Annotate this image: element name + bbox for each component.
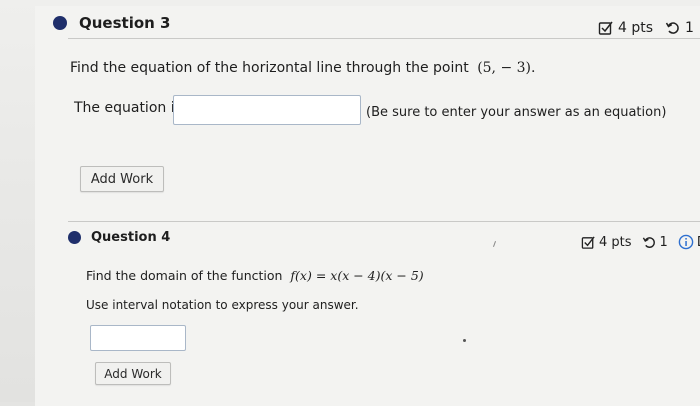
question-4-retry-count: 1 [659,234,668,250]
retry-icon[interactable] [665,20,681,36]
question-3-prompt-text: Find the equation of the horizontal line… [70,60,469,76]
question-3-answer-input[interactable] [173,95,361,125]
question-4-divider [68,221,700,222]
question-3-answer-label: The equation is [74,100,182,116]
question-4-prompt-text: Find the domain of the function [86,268,283,283]
question-4-instruction: Use interval notation to express your an… [86,298,359,312]
pointer-dot [463,339,466,342]
question-3-header: Question 3 [53,14,171,32]
question-4-answer-input[interactable] [90,325,186,351]
checkbox-edit-icon [581,235,596,250]
info-icon[interactable] [678,234,694,250]
question-4-add-work-button[interactable]: Add Work [95,362,171,385]
question-4-meta: 4 pts 1 De [581,234,700,250]
question-4-points: 4 pts [599,234,632,250]
question-3-meta: 4 pts 1 [598,20,700,36]
screen: Question 3 4 pts 1 Find the equation of … [0,0,700,406]
question-3-answer-hint: (Be sure to enter your answer as an equa… [366,105,667,120]
question-4-function: f(x) = x(x − 4)(x − 5) [290,268,424,283]
question-3-title: Question 3 [79,14,171,32]
question-3-points: 4 pts [618,20,654,36]
retry-icon[interactable] [642,235,657,250]
question-4-title: Question 4 [91,230,171,245]
question-3-divider [68,38,700,39]
question-4-prompt: Find the domain of the function f(x) = x… [86,268,424,283]
checkbox-edit-icon [598,20,614,36]
question-3-add-work-button[interactable]: Add Work [80,166,164,192]
question-3-point: (5, − 3). [477,60,536,76]
question-3-retry-count: 1 [685,20,694,36]
question-4-bullet-icon [68,231,81,244]
question-4-header: Question 4 [68,230,170,245]
question-3-prompt: Find the equation of the horizontal line… [70,60,535,76]
question-3-bullet-icon [53,16,67,30]
